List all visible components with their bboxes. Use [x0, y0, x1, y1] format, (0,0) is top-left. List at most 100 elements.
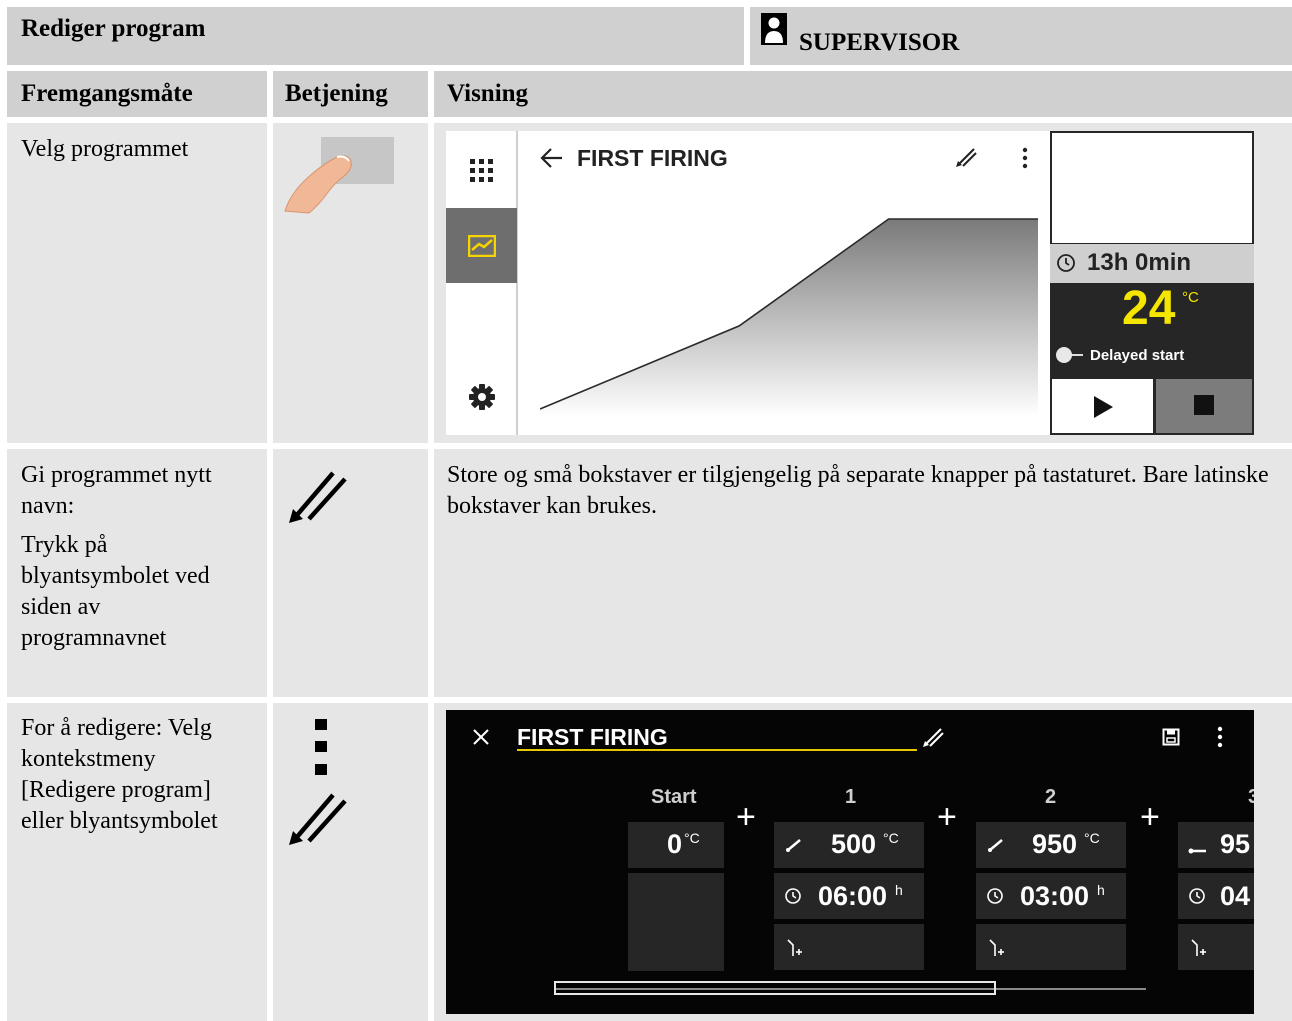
segment-number: 3 [1248, 786, 1254, 808]
segment-temperature-box[interactable]: 950 °C [976, 822, 1126, 868]
segment-extra-box[interactable] [774, 924, 924, 970]
play-icon [1092, 395, 1114, 419]
segment-number: 1 [845, 786, 857, 808]
program-name-field[interactable]: FIRST FIRING [517, 724, 668, 751]
column-header-label: Visning [447, 80, 529, 107]
row2-procedure-cell: Gi programmet nytt navn: Trykk på blyant… [7, 449, 267, 697]
role-header-cell: SUPERVISOR [750, 7, 1292, 65]
procedure-text: Gi programmet nytt navn: [21, 462, 212, 519]
add-function-icon [988, 938, 1006, 958]
procedure-text: Velg programmet [21, 136, 189, 162]
start-label: Start [651, 786, 697, 808]
segment-number: 2 [1045, 786, 1057, 808]
temperature-value: 24 [1122, 282, 1176, 335]
temperature-unit: °C [1182, 289, 1199, 306]
time-unit: h [1097, 882, 1105, 898]
ramp-up-icon [988, 838, 1004, 852]
duration-bar: 13h 0min [1050, 244, 1254, 283]
delayed-start-label: Delayed start [1090, 347, 1185, 364]
clock-icon [1056, 253, 1076, 273]
more-options-icon[interactable] [1021, 147, 1029, 169]
duration-value: 13h 0min [1087, 249, 1192, 276]
add-segment-button[interactable]: + [1140, 798, 1160, 837]
nav-item-programs[interactable] [446, 208, 517, 283]
row2-operation-cell [273, 449, 428, 697]
segment-time-value: 06:00 [818, 881, 888, 911]
column-header-label: Fremgangsmåte [21, 80, 193, 107]
chart-icon [467, 234, 497, 258]
segment-extra-box[interactable] [1178, 924, 1254, 970]
pencil-edit-icon[interactable] [954, 145, 978, 169]
settings-gear-icon[interactable] [468, 383, 496, 411]
program-name: FIRST FIRING [577, 145, 728, 171]
scroll-thumb[interactable] [554, 981, 996, 995]
profile-area [540, 219, 1038, 417]
section-title: Rediger program [21, 15, 206, 42]
row2-display-cell: Store og små bokstaver er tilgjengelig p… [434, 449, 1292, 697]
temperature-unit: °C [883, 830, 899, 846]
temperature-profile-chart [540, 218, 1038, 417]
stop-icon [1194, 395, 1214, 415]
procedure-text: For å redigere: Velg kontekstmeny [Redig… [21, 715, 218, 834]
add-segment-button[interactable]: + [937, 798, 957, 837]
temperature-unit: °C [1084, 830, 1100, 846]
apps-grid-icon[interactable] [468, 157, 496, 185]
segment-time-value: 04 [1220, 881, 1251, 911]
more-options-icon[interactable] [1216, 726, 1224, 748]
start-temperature-box[interactable]: 0 °C [628, 822, 724, 868]
clock-icon [784, 887, 802, 905]
back-arrow-icon[interactable] [540, 147, 564, 169]
controller-screen-edit: FIRST FIRING Start 0 °C + + + 1 500 °C 0… [446, 710, 1254, 1014]
column-header-label: Betjening [285, 80, 388, 107]
add-function-icon [786, 938, 804, 958]
context-menu-icon [314, 718, 328, 776]
procedure-text: Trykk på blyantsymbolet ved siden av pro… [21, 532, 210, 651]
add-function-icon [1190, 938, 1208, 958]
controller-screen-home: FIRST FIRING 13h 0min 24 °C Delayed star… [446, 131, 1254, 435]
start-button[interactable] [1052, 379, 1153, 433]
pencil-icon [287, 467, 351, 525]
ramp-up-icon [786, 838, 802, 852]
close-icon[interactable] [472, 728, 490, 746]
segment-time-value: 03:00 [1020, 881, 1090, 911]
segment-time-box[interactable]: 03:00 h [976, 873, 1126, 919]
add-segment-button[interactable]: + [736, 798, 756, 837]
segment-temperature-box[interactable]: 500 °C [774, 822, 924, 868]
row3-operation-cell [273, 703, 428, 1021]
display-description: Store og små bokstaver er tilgjengelig p… [447, 462, 1269, 519]
segment-temperature-value: 95 [1220, 829, 1251, 859]
clock-icon [986, 887, 1004, 905]
segment-temperature-box[interactable]: 95 [1178, 822, 1254, 868]
stop-button[interactable] [1156, 379, 1252, 433]
clock-icon [1188, 887, 1206, 905]
segment-time-box[interactable]: 04 [1178, 873, 1254, 919]
segment-time-box[interactable]: 06:00 h [774, 873, 924, 919]
start-temperature-value: 0 [667, 829, 683, 859]
delayed-start-toggle[interactable] [1054, 345, 1084, 365]
row3-procedure-cell: For å redigere: Velg kontekstmeny [Redig… [7, 703, 267, 1021]
row1-display-cell: FIRST FIRING 13h 0min 24 °C Delayed star… [434, 123, 1292, 443]
column-header-operation: Betjening [273, 71, 428, 117]
row3-display-cell: FIRST FIRING Start 0 °C + + + 1 500 °C 0… [434, 703, 1292, 1021]
row1-operation-cell [273, 123, 428, 443]
user-icon [761, 13, 787, 45]
column-header-procedure: Fremgangsmåte [7, 71, 267, 117]
role-label: SUPERVISOR [799, 29, 960, 56]
title-header-cell: Rediger program [7, 7, 744, 65]
segment-temperature-value: 500 [831, 829, 877, 859]
tap-gesture-icon [281, 133, 401, 218]
temperature-unit: °C [684, 830, 700, 846]
side-navigation [446, 131, 518, 435]
pencil-edit-icon[interactable] [921, 725, 945, 749]
segment-temperature-value: 950 [1032, 829, 1078, 859]
name-field-underline [517, 749, 917, 751]
row1-procedure-cell: Velg programmet [7, 123, 267, 443]
status-panel: 13h 0min 24 °C Delayed start [1050, 131, 1254, 435]
save-icon[interactable] [1162, 728, 1180, 746]
preview-area [1052, 133, 1252, 243]
time-unit: h [895, 882, 903, 898]
start-empty-box [628, 873, 724, 971]
segment-extra-box[interactable] [976, 924, 1126, 970]
pencil-icon [287, 789, 351, 847]
column-header-display: Visning [434, 71, 1292, 117]
